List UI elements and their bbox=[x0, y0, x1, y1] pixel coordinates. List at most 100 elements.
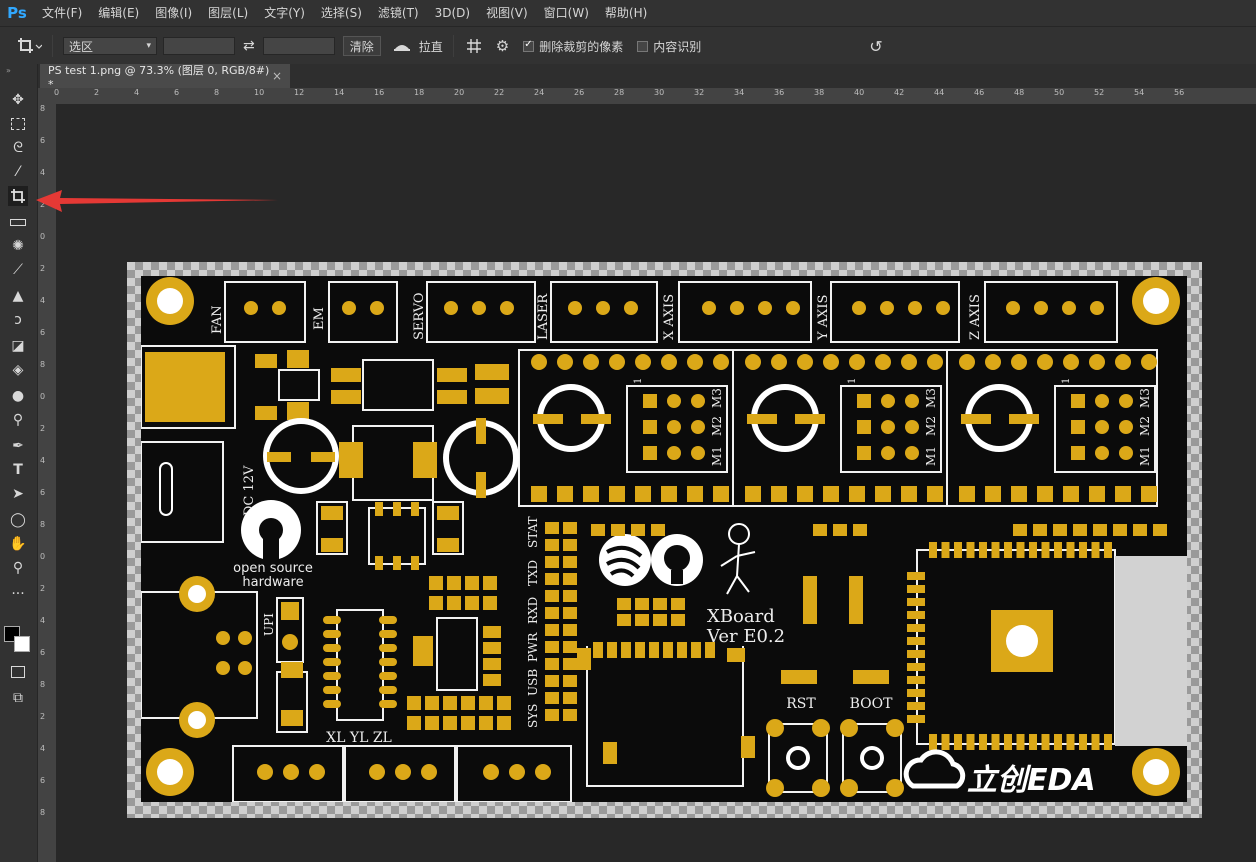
document-canvas[interactable]: FAN EM SERVO LASER X AXIS Y AXIS Z AXIS … bbox=[127, 262, 1202, 818]
ruler-tick-label: 4 bbox=[40, 744, 46, 753]
reset-icon[interactable]: ↺ bbox=[869, 37, 882, 56]
background-color-swatch[interactable] bbox=[14, 636, 30, 652]
menu-image[interactable]: 图像(I) bbox=[147, 0, 200, 26]
menu-edit[interactable]: 编辑(E) bbox=[90, 0, 147, 26]
driver-pin bbox=[1115, 354, 1131, 370]
screen-mode-icon[interactable]: ⧉ bbox=[8, 688, 28, 708]
esp-pin bbox=[1104, 542, 1112, 558]
driver-pin bbox=[661, 486, 677, 502]
clear-button[interactable]: 清除 bbox=[342, 36, 381, 56]
menu-3d[interactable]: 3D(D) bbox=[427, 0, 478, 26]
stat-label: STAT bbox=[526, 516, 540, 548]
esp-pin bbox=[966, 542, 975, 558]
content-aware-check[interactable] bbox=[637, 40, 649, 52]
gear-icon[interactable]: ⚙ bbox=[496, 37, 509, 55]
eraser-tool-icon[interactable]: ◪ bbox=[8, 336, 28, 356]
menu-select[interactable]: 选择(S) bbox=[313, 0, 370, 26]
espressif-logo bbox=[599, 534, 651, 586]
horizontal-ruler[interactable]: 0 2 4 6 8 10 12 14 16 18 20 22 24 26 28 30 32 34 36 38 40 42 4… bbox=[54, 88, 1256, 105]
ruler-tick-label: 4 bbox=[40, 616, 46, 625]
marquee-tool-icon[interactable] bbox=[8, 114, 28, 134]
type-tool-icon[interactable]: T bbox=[8, 460, 28, 480]
content-aware-checkbox[interactable]: 内容识别 bbox=[637, 38, 701, 55]
healing-brush-tool-icon[interactable]: ✺ bbox=[8, 236, 28, 256]
magic-wand-tool-icon[interactable]: ⁄ bbox=[8, 162, 28, 182]
ic-pin bbox=[379, 630, 397, 638]
crop-preset-picker[interactable] bbox=[16, 36, 42, 56]
smd-pad bbox=[1093, 524, 1107, 536]
esp-pin bbox=[954, 542, 962, 558]
close-icon[interactable]: × bbox=[272, 69, 282, 83]
menu-help[interactable]: 帮助(H) bbox=[597, 0, 655, 26]
dodge-tool-icon[interactable]: ⚲ bbox=[8, 410, 28, 430]
crop-tool-icon[interactable] bbox=[8, 186, 28, 206]
jumper-pin bbox=[691, 420, 705, 434]
blur-tool-icon[interactable]: ● bbox=[8, 386, 28, 406]
zoom-tool-icon[interactable]: ⚲ bbox=[8, 558, 28, 578]
driver-pin bbox=[713, 486, 729, 502]
path-selection-tool-icon[interactable]: ➤ bbox=[8, 484, 28, 504]
m-label-m2: M2 bbox=[710, 416, 724, 436]
photoshop-logo: Ps bbox=[7, 4, 27, 22]
ruler-tick-label: 30 bbox=[654, 88, 665, 97]
delete-cropped-checkbox[interactable]: 删除裁剪的像素 bbox=[523, 38, 623, 55]
resistor-pad bbox=[483, 658, 501, 670]
document-tab[interactable]: PS test 1.png @ 73.3% (图层 0, RGB/8#) * × bbox=[40, 64, 290, 91]
more-tools-icon[interactable]: ··· bbox=[8, 584, 28, 604]
stamp-tool-icon[interactable]: ▲ bbox=[8, 286, 28, 306]
ruler-tick-label: 38 bbox=[814, 88, 825, 97]
esp-pin bbox=[907, 624, 925, 632]
move-tool-icon[interactable]: ✥ bbox=[8, 90, 28, 110]
menu-type[interactable]: 文字(Y) bbox=[256, 0, 313, 26]
height-field[interactable] bbox=[262, 37, 335, 55]
menu-view[interactable]: 视图(V) bbox=[478, 0, 536, 26]
content-aware-label: 内容识别 bbox=[653, 39, 702, 54]
jumper-pin bbox=[1071, 394, 1085, 408]
quick-mask-icon[interactable] bbox=[8, 662, 28, 682]
driver-pin bbox=[901, 354, 917, 370]
width-field[interactable] bbox=[163, 37, 235, 55]
driver-pin bbox=[797, 354, 813, 370]
esp-pin bbox=[1029, 734, 1037, 750]
driver-pin bbox=[661, 354, 677, 370]
ruler-tool-icon[interactable] bbox=[8, 212, 28, 232]
menu-layer[interactable]: 图层(L) bbox=[200, 0, 256, 26]
pen-tool-icon[interactable]: ✒ bbox=[8, 436, 28, 456]
ruler-tick-label: 2 bbox=[40, 712, 46, 721]
sd-pin bbox=[691, 642, 701, 658]
menu-file[interactable]: 文件(F) bbox=[34, 0, 90, 26]
ruler-tick-label: 0 bbox=[40, 232, 46, 241]
brush-tool-icon[interactable]: ⟋ bbox=[8, 260, 28, 280]
ruler-tick-label: 8 bbox=[214, 88, 220, 97]
history-brush-tool-icon[interactable]: ↄ bbox=[8, 310, 28, 330]
swap-icon[interactable]: ⇄ bbox=[243, 38, 255, 54]
crop-mode-select[interactable]: 选区 ▾ bbox=[63, 37, 157, 55]
overlay-grid-icon[interactable] bbox=[466, 38, 482, 54]
canvas-area[interactable]: FAN EM SERVO LASER X AXIS Y AXIS Z AXIS … bbox=[56, 104, 1256, 862]
ruler-tick-label: 22 bbox=[494, 88, 505, 97]
ellipse-tool-icon[interactable]: ◯ bbox=[8, 510, 28, 530]
smd-pad bbox=[591, 524, 605, 536]
usb-label: USB bbox=[526, 669, 540, 696]
driver-pin bbox=[875, 354, 891, 370]
paint-bucket-tool-icon[interactable]: ◈ bbox=[8, 360, 28, 380]
lasso-tool-icon[interactable]: ᘓ bbox=[8, 138, 28, 158]
mounting-hole bbox=[1132, 748, 1180, 796]
ruler-tick-label: 36 bbox=[774, 88, 785, 97]
straighten-button[interactable]: 拉直 bbox=[393, 38, 443, 55]
sd-pin bbox=[741, 736, 755, 758]
driver-pin bbox=[583, 354, 599, 370]
m-label-m1: M1 bbox=[1138, 446, 1152, 466]
smd-pad bbox=[1053, 524, 1067, 536]
menu-window[interactable]: 窗口(W) bbox=[536, 0, 597, 26]
collapse-icon[interactable]: » bbox=[6, 66, 11, 75]
vertical-ruler[interactable]: 86420246802468024682468 bbox=[38, 104, 57, 862]
delete-cropped-check[interactable] bbox=[523, 39, 535, 52]
esp-pin bbox=[1054, 542, 1062, 558]
ruler-tick-label: 12 bbox=[294, 88, 305, 97]
hand-tool-icon[interactable]: ✋ bbox=[8, 534, 28, 554]
menu-filter[interactable]: 滤镜(T) bbox=[370, 0, 427, 26]
delete-cropped-label: 删除裁剪的像素 bbox=[539, 39, 624, 54]
servo-label: SERVO bbox=[412, 292, 427, 340]
ruler-tick-label: 6 bbox=[40, 648, 46, 657]
